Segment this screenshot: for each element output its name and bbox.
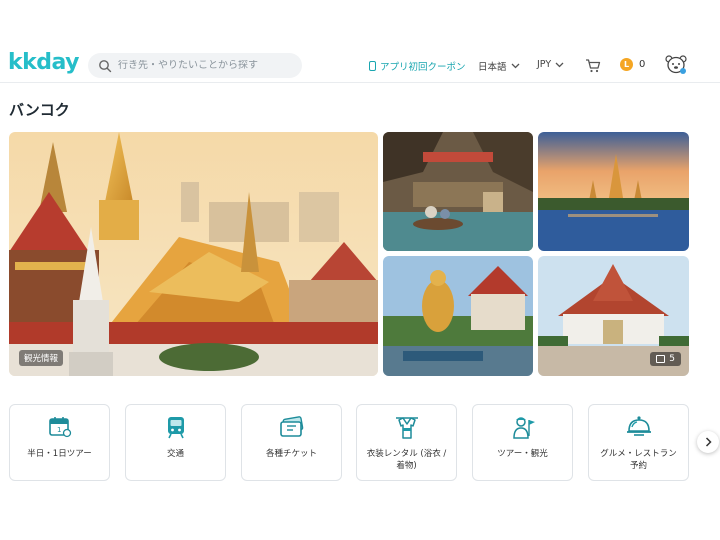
header-divider [0, 82, 720, 83]
kimono-icon [394, 414, 420, 440]
category-tours[interactable]: ツアー・観光 [472, 404, 573, 481]
category-label: ツアー・観光 [497, 449, 548, 459]
chevron-down-icon [511, 63, 520, 69]
photo-count-badge[interactable]: 5 [650, 352, 681, 366]
points-balance[interactable]: L 0 [620, 58, 645, 71]
image-icon [656, 355, 666, 363]
calendar-pin-icon: 1 [47, 414, 73, 440]
currency-selector[interactable]: JPY [537, 59, 564, 70]
photo-count-value: 5 [669, 354, 675, 364]
user-avatar-icon[interactable] [665, 55, 687, 75]
gallery-photo-marble-temple[interactable]: 5 [538, 256, 689, 376]
kkday-logo[interactable]: kkday [8, 50, 80, 75]
header: kkday アプリ初回クーポン 日本語 JPY L 0 [0, 0, 720, 82]
category-next-button[interactable] [697, 431, 719, 453]
category-day-tour[interactable]: 1 半日・1日ツアー [9, 404, 110, 481]
language-label: 日本語 [478, 62, 507, 73]
search-input[interactable] [118, 60, 293, 71]
language-selector[interactable]: 日本語 [478, 59, 520, 73]
category-label: 衣装レンタル (浴衣 / 着物) [366, 449, 447, 471]
category-tickets[interactable]: 各種チケット [241, 404, 342, 481]
cart-icon[interactable] [585, 58, 601, 73]
svg-text:1: 1 [57, 426, 61, 434]
app-coupon-link[interactable]: アプリ初回クーポン [369, 59, 466, 73]
category-transport[interactable]: 交通 [125, 404, 226, 481]
sightseeing-info-badge: 観光情報 [19, 350, 64, 366]
points-value: 0 [639, 59, 646, 70]
category-kimono-rental[interactable]: 衣装レンタル (浴衣 / 着物) [356, 404, 457, 481]
dining-cloche-icon [626, 414, 652, 440]
app-coupon-label: アプリ初回クーポン [380, 62, 466, 73]
category-label: 半日・1日ツアー [27, 449, 92, 459]
gallery-photo-floating-market[interactable] [383, 132, 533, 251]
gallery-main-photo[interactable]: 観光情報 [9, 132, 378, 376]
chevron-right-icon [705, 437, 712, 447]
tour-guide-icon [510, 414, 536, 440]
smartphone-icon [369, 61, 376, 71]
category-label: 各種チケット [265, 449, 317, 459]
chevron-down-icon [555, 62, 564, 68]
currency-label: JPY [537, 59, 552, 70]
category-label: 交通 [166, 449, 184, 459]
train-icon [163, 414, 189, 440]
ticket-icon [279, 414, 305, 440]
gallery-photo-buddha[interactable] [383, 256, 533, 376]
category-list: 1 半日・1日ツアー 交通 各種チケット 衣装レンタル (浴衣 / 着物) ツア… [9, 404, 689, 481]
category-label: グルメ・レストラン予約 [600, 449, 677, 471]
gallery-photo-wat-arun[interactable] [538, 132, 689, 251]
category-dining[interactable]: グルメ・レストラン予約 [588, 404, 689, 481]
coin-icon: L [620, 58, 633, 71]
search-icon [98, 59, 112, 73]
search-bar[interactable] [88, 53, 302, 78]
photo-gallery: 観光情報 5 [9, 132, 689, 376]
page-title: バンコク [9, 101, 70, 119]
